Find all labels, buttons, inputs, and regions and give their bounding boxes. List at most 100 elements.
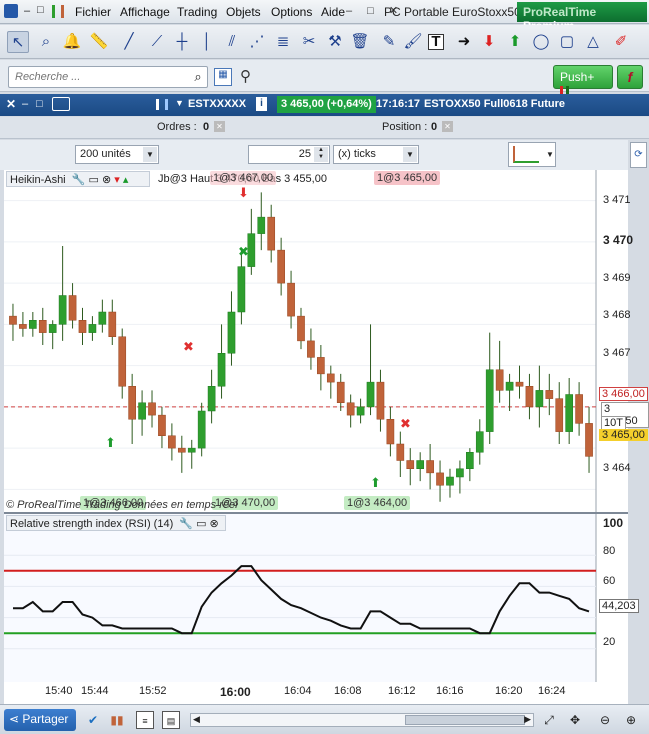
- window-icon[interactable]: ▭: [88, 174, 98, 186]
- tools-check-icon[interactable]: ✔: [84, 711, 102, 729]
- trash-icon[interactable]: 🗑: [349, 31, 371, 53]
- brand-name: ProRealTime: [523, 5, 597, 19]
- rectangle-tool-icon[interactable]: ▢: [556, 31, 578, 53]
- price-panel-name: Heikin-Ashi: [10, 174, 66, 186]
- arrow-up-green-icon[interactable]: ⬆: [504, 31, 526, 53]
- ray-tool-icon[interactable]: ⟋: [146, 31, 168, 53]
- maximize-icon[interactable]: □: [36, 98, 43, 110]
- info-icon[interactable]: i: [256, 97, 267, 111]
- line-tool-icon[interactable]: ╱: [118, 31, 140, 53]
- time-tick: 16:08: [334, 685, 362, 697]
- horizontal-line-icon[interactable]: ┼: [171, 31, 193, 53]
- chevron-down-icon[interactable]: ▼: [546, 150, 554, 159]
- machine-label: PC Portable EuroStoxx50: [384, 5, 521, 19]
- price-tick: 3 469: [603, 272, 631, 284]
- pen-icon[interactable]: ✎: [378, 31, 400, 53]
- orders-close-icon[interactable]: ✕: [214, 121, 225, 132]
- time-tick: 15:44: [81, 685, 109, 697]
- table-icon[interactable]: ▤: [162, 711, 180, 729]
- rsi-panel-title[interactable]: Relative strength index (RSI) (14) 🔧 ▭ ⊗: [6, 515, 226, 531]
- instrument-bars-icon[interactable]: [156, 99, 168, 110]
- order-tag[interactable]: 1@3 465,00: [374, 171, 441, 185]
- alert-bell-icon[interactable]: 🔔: [61, 31, 83, 53]
- window-min-icon[interactable]: –: [24, 5, 30, 17]
- move-icon[interactable]: ✥: [566, 711, 584, 729]
- menu-fichier[interactable]: Fichier: [75, 5, 111, 19]
- share-button[interactable]: ⋖ Partager: [4, 709, 76, 731]
- rsi-panel-name: Relative strength index (RSI) (14): [10, 518, 174, 530]
- close-icon[interactable]: ✕: [6, 97, 16, 111]
- zoom-in-icon[interactable]: ⊕: [622, 711, 640, 729]
- zoom-out-icon[interactable]: ⊖: [596, 711, 614, 729]
- chevron-down-icon[interactable]: ▼: [143, 147, 157, 162]
- cursor-icon[interactable]: ↖: [7, 31, 29, 53]
- fit-icon[interactable]: ⤢: [540, 711, 558, 729]
- search-icon[interactable]: ⌕: [188, 66, 208, 88]
- menu-options[interactable]: Options: [271, 5, 312, 19]
- time-tick: 15:40: [45, 685, 73, 697]
- down-arrow-icon[interactable]: ▾: [114, 174, 120, 186]
- arrow-right-icon[interactable]: ➜: [453, 31, 475, 53]
- window-max-icon[interactable]: □: [37, 4, 44, 16]
- scroll-left-icon[interactable]: ◀: [193, 714, 200, 725]
- scrollbar-thumb[interactable]: [405, 715, 525, 725]
- chart-style-button[interactable]: ▼: [508, 142, 556, 167]
- push-button[interactable]: Push+: [553, 65, 613, 98]
- push-label: Push+: [560, 70, 595, 84]
- position-count: 0: [431, 121, 438, 133]
- quantity-select[interactable]: 200 unités ▼: [75, 145, 159, 164]
- candles-icon[interactable]: ▮▮: [108, 711, 126, 729]
- fibonacci-tool-icon[interactable]: ≣: [272, 31, 294, 53]
- time-tick: 15:52: [139, 685, 167, 697]
- tools-icon[interactable]: ✂: [298, 31, 320, 53]
- price-panel-title[interactable]: Heikin-Ashi 🔧 ▭ ⊗ ▾ ▴: [6, 171, 150, 187]
- vertical-line-icon[interactable]: │: [196, 31, 218, 53]
- up-arrow-icon[interactable]: ▴: [123, 174, 129, 186]
- hammer-icon[interactable]: ⚒: [324, 31, 346, 53]
- scroll-right-icon[interactable]: ▶: [524, 714, 531, 725]
- zoom-icon[interactable]: ⌕: [35, 31, 57, 53]
- keyboard-icon[interactable]: [52, 97, 70, 111]
- restore-icon[interactable]: –: [22, 98, 28, 110]
- rsi-tick: 20: [603, 636, 616, 648]
- close-circle-icon[interactable]: ⊗: [102, 174, 111, 186]
- screener-icon[interactable]: ⚲: [240, 67, 251, 85]
- fan-tool-icon[interactable]: ⋰: [246, 31, 268, 53]
- ellipse-tool-icon[interactable]: ◯: [530, 31, 552, 53]
- chevron-down-icon[interactable]: ▼: [403, 147, 417, 162]
- ticks-unit-select[interactable]: (x) ticks ▼: [333, 145, 419, 164]
- menu-affichage[interactable]: Affichage: [120, 5, 170, 19]
- triangle-tool-icon[interactable]: △: [582, 31, 604, 53]
- new-chart-icon[interactable]: ▦: [214, 68, 232, 86]
- wrench-icon[interactable]: 🔧: [72, 174, 86, 186]
- color-pen-icon[interactable]: ✐: [610, 31, 632, 53]
- ticks-stepper[interactable]: 25 ▲ ▼: [248, 145, 330, 164]
- arrow-down-red-icon[interactable]: ⬇: [478, 31, 500, 53]
- order-tag[interactable]: 1@3 467,00: [210, 171, 277, 185]
- order-tag[interactable]: 1@3 464,00: [344, 496, 411, 510]
- ticks-unit-label: (x) ticks: [338, 148, 376, 160]
- rsi-panel[interactable]: [4, 514, 596, 682]
- menu-objets[interactable]: Objets: [226, 5, 261, 19]
- menu-aide[interactable]: Aide: [321, 5, 345, 19]
- close-circle-icon[interactable]: ⊗: [210, 518, 219, 530]
- window-icon[interactable]: ▭: [196, 518, 206, 530]
- list-icon[interactable]: ≡: [136, 711, 154, 729]
- position-close-icon[interactable]: ✕: [442, 121, 453, 132]
- menu-trading[interactable]: Trading: [177, 5, 217, 19]
- channel-tool-icon[interactable]: ⫽: [221, 31, 243, 53]
- dropdown-icon[interactable]: ▼: [175, 98, 184, 108]
- wrench-icon[interactable]: 🔧: [179, 518, 193, 530]
- instrument-ticker[interactable]: ESTXXXXX: [188, 98, 246, 110]
- brush-icon[interactable]: 🖌: [402, 31, 424, 53]
- ruler-icon[interactable]: 📏: [88, 31, 110, 53]
- chart-style-icon: [513, 146, 539, 163]
- text-tool-icon[interactable]: T: [428, 34, 444, 50]
- price-tick: 3 468: [603, 309, 631, 321]
- side-panel-icon[interactable]: ⟳: [630, 142, 647, 168]
- time-scrollbar[interactable]: ◀ ▶: [190, 713, 534, 727]
- search-input[interactable]: [8, 66, 208, 88]
- stepper-arrows-icon[interactable]: ▲ ▼: [314, 147, 328, 162]
- chart-candle-icon[interactable]: [52, 5, 64, 18]
- formula-button[interactable]: f: [617, 65, 643, 89]
